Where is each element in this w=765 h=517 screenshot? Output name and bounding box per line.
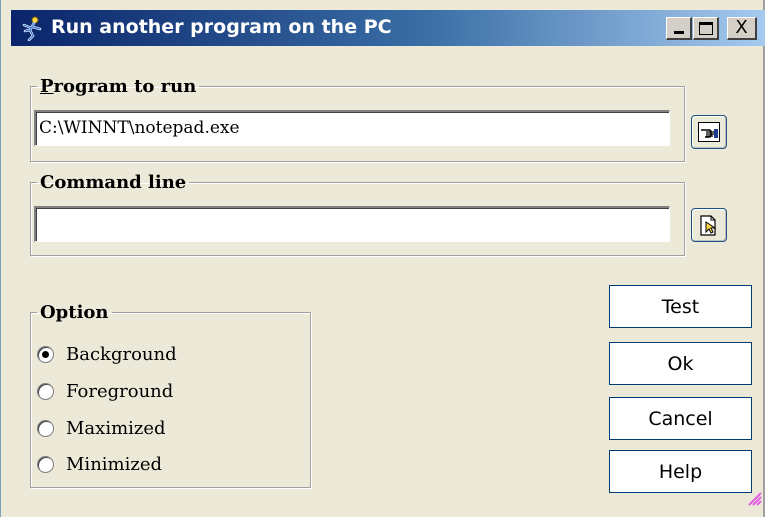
radio-label: Background xyxy=(66,343,177,365)
cancel-button[interactable]: Cancel xyxy=(609,397,752,440)
hand-pointer-icon xyxy=(698,122,720,142)
minimize-icon xyxy=(674,31,684,34)
command-line-label: Command line xyxy=(40,172,187,193)
radio-label: Maximized xyxy=(66,417,166,439)
radio-button[interactable] xyxy=(37,455,54,473)
browse-program-button[interactable] xyxy=(691,115,727,149)
close-icon: X xyxy=(735,17,748,38)
test-button[interactable]: Test xyxy=(609,285,752,328)
option-label: Option xyxy=(40,302,109,323)
radio-button[interactable] xyxy=(37,419,54,437)
browse-args-button[interactable] xyxy=(691,208,727,242)
window-title: Run another program on the PC xyxy=(51,16,392,38)
radio-button[interactable] xyxy=(37,345,54,363)
resize-grip-icon[interactable] xyxy=(748,492,762,506)
minimize-button[interactable] xyxy=(666,17,692,40)
run-figure-icon xyxy=(22,16,42,41)
help-button[interactable]: Help xyxy=(609,450,752,493)
radio-minimized[interactable]: Minimized xyxy=(37,449,162,479)
radio-background[interactable]: Background xyxy=(37,339,177,369)
title-bar[interactable]: Run another program on the PC X xyxy=(11,10,765,46)
program-to-run-label: Program to run xyxy=(40,76,197,97)
close-button[interactable]: X xyxy=(727,17,757,40)
radio-button[interactable] xyxy=(37,382,54,400)
program-path-input[interactable]: C:\WINNT\notepad.exe xyxy=(34,110,670,146)
document-pointer-icon xyxy=(700,215,717,236)
radio-foreground[interactable]: Foreground xyxy=(37,376,173,406)
ok-button[interactable]: Ok xyxy=(609,342,752,385)
maximize-icon xyxy=(699,22,713,35)
radio-label: Foreground xyxy=(66,380,174,402)
radio-maximized[interactable]: Maximized xyxy=(37,413,166,443)
maximize-button[interactable] xyxy=(693,17,719,40)
radio-label: Minimized xyxy=(66,453,163,475)
run-program-dialog: Run another program on the PC X Program … xyxy=(0,0,765,517)
command-line-input[interactable] xyxy=(34,206,670,242)
